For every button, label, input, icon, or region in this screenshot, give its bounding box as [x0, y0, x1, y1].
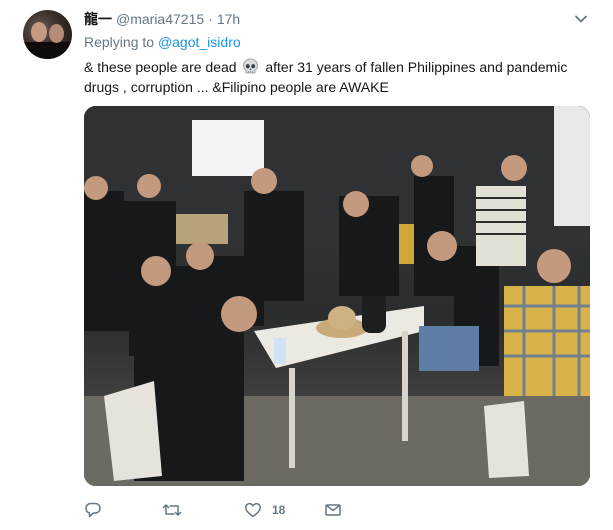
heart-icon: [245, 502, 261, 518]
reply-icon: [85, 502, 101, 518]
avatar-shadow: [23, 42, 72, 59]
tweet-text-part-a: & these people are dead: [84, 59, 237, 75]
avatar[interactable]: [23, 10, 72, 59]
tweet-card[interactable]: 龍一 @maria47215 · 17h Replying to @agot_i…: [0, 0, 613, 530]
avatar-face-right: [49, 24, 64, 43]
tweet-text: & these people are dead after 31 years o…: [84, 57, 584, 97]
replying-to-link[interactable]: @agot_isidro: [158, 34, 241, 50]
retweet-icon: [162, 504, 182, 516]
tweet-header: 龍一 @maria47215 · 17h: [84, 9, 240, 29]
separator-dot: ·: [208, 11, 213, 27]
like-count: 18: [272, 503, 286, 517]
tweet-actions: 18: [84, 499, 584, 523]
retweet-button[interactable]: [162, 499, 182, 521]
skull-emoji-icon: [243, 58, 259, 74]
tweet-text-line-1: & these people are dead after 31 years o…: [84, 57, 584, 77]
display-name[interactable]: 龍一: [84, 9, 112, 29]
user-handle[interactable]: @maria47215: [116, 11, 204, 27]
tweet-photo[interactable]: [84, 106, 590, 486]
tweet-text-part-b: after 31 years of fallen Philippines and…: [265, 59, 568, 75]
replying-to-line: Replying to @agot_isidro: [84, 34, 241, 50]
replying-to-label: Replying to: [84, 34, 155, 50]
tweet-text-line-2: drugs , corruption ... &Filipino people …: [84, 79, 389, 95]
reply-button[interactable]: [84, 499, 102, 521]
envelope-icon: [325, 504, 341, 516]
like-button[interactable]: 18: [244, 499, 285, 521]
tweet-timestamp[interactable]: 17h: [217, 11, 240, 27]
chevron-down-icon[interactable]: [574, 12, 588, 26]
avatar-face-left: [31, 22, 47, 42]
direct-message-button[interactable]: [324, 499, 342, 521]
photo-icon: [84, 106, 590, 486]
